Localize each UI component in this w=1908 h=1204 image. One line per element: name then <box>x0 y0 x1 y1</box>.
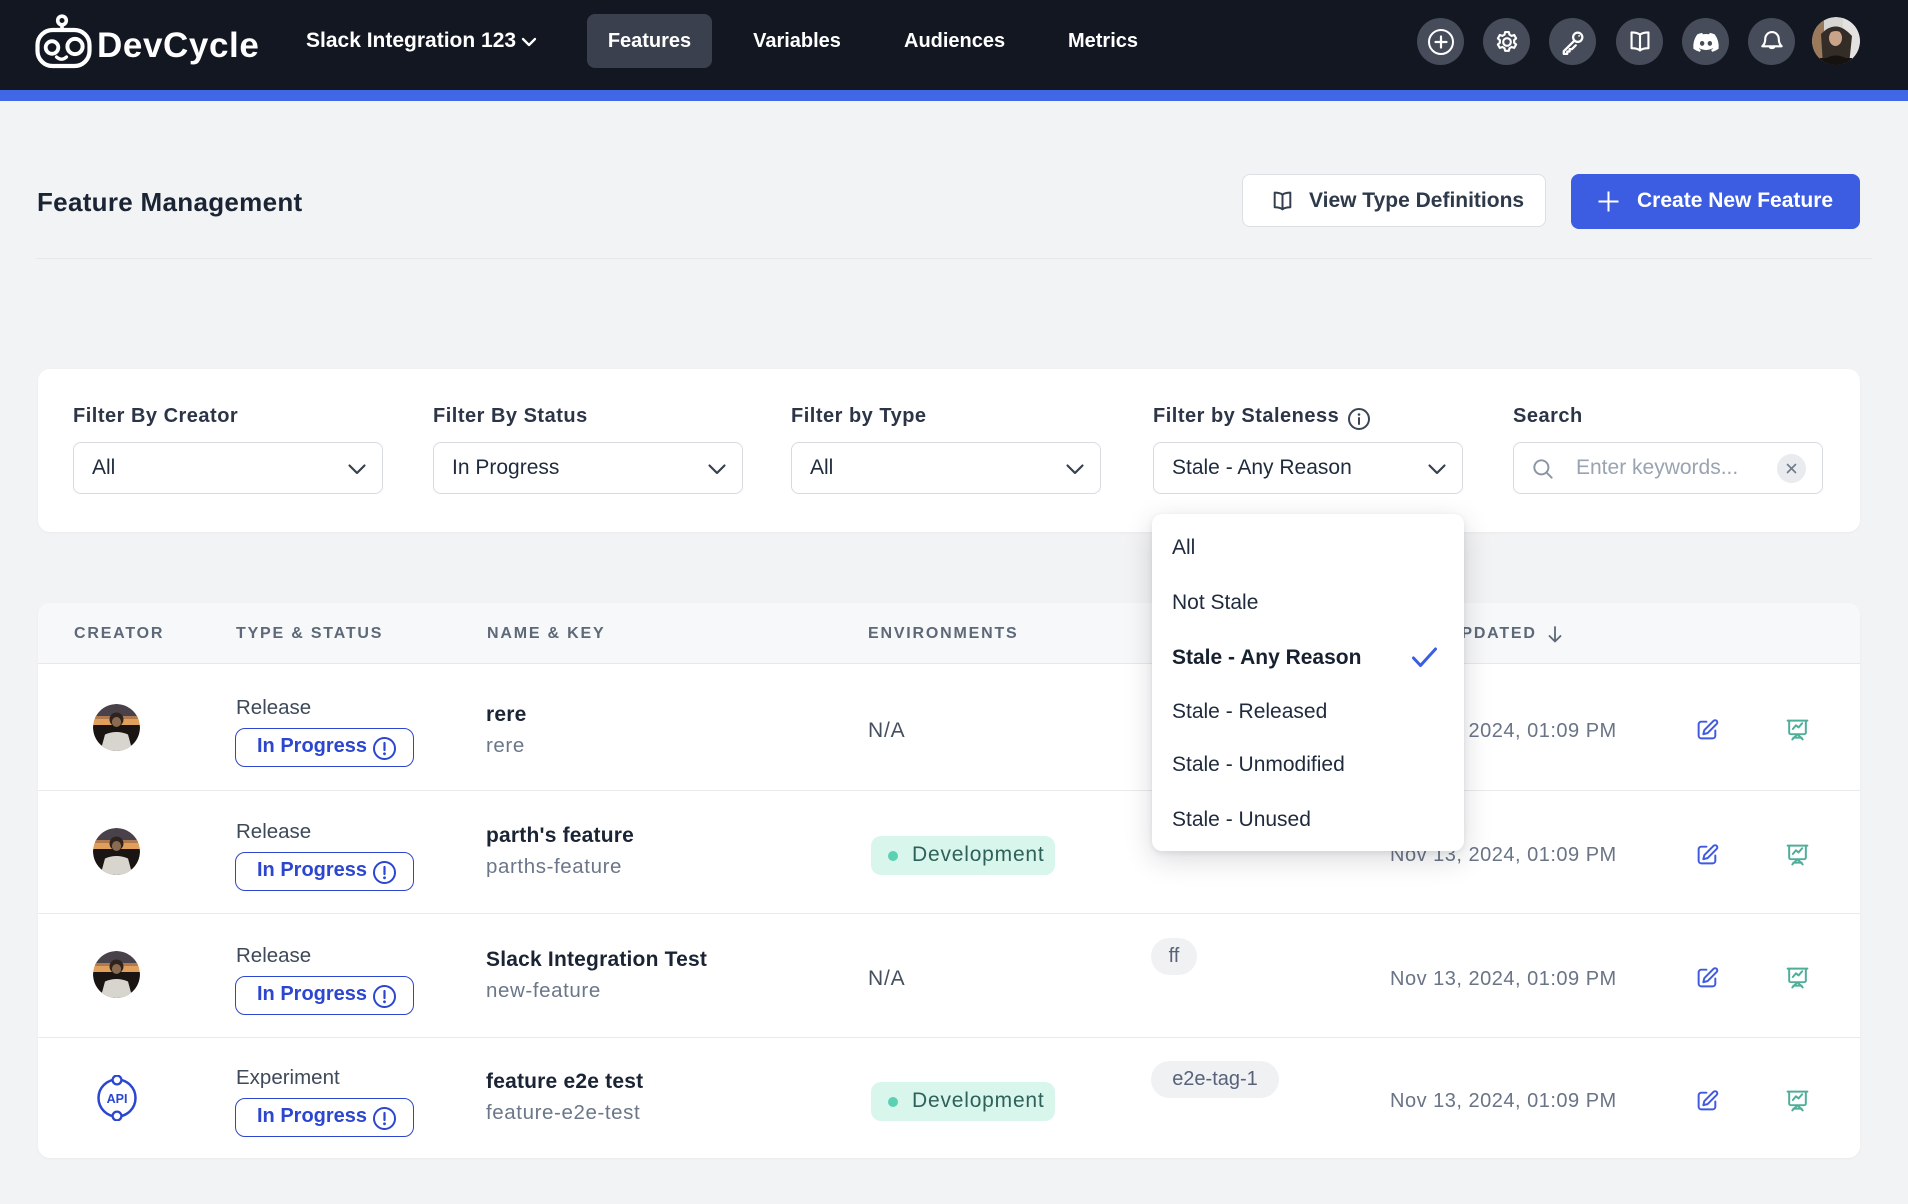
svg-text:API: API <box>107 1092 128 1106</box>
